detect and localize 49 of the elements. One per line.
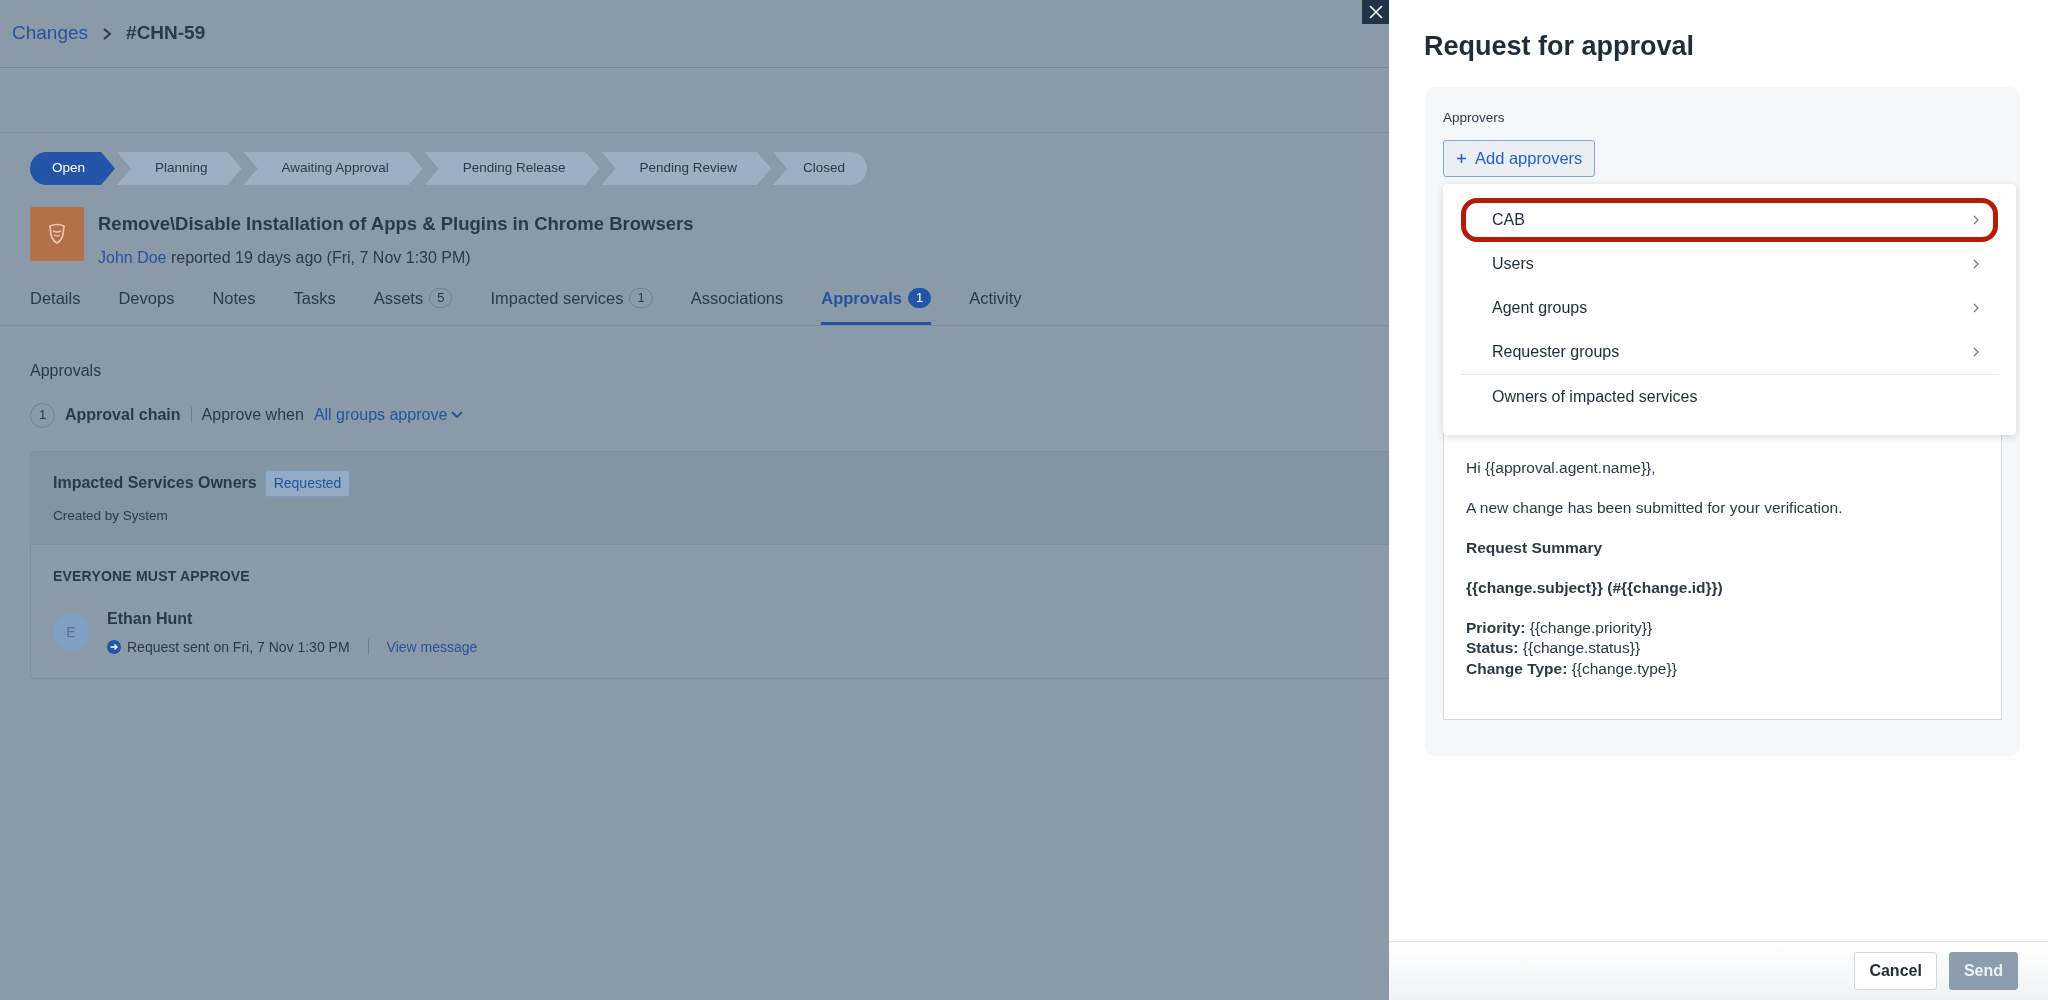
- tab[interactable]: Devops: [118, 277, 175, 325]
- approver-name: Ethan Hunt: [107, 608, 194, 629]
- status-step[interactable]: Pending Review: [601, 152, 772, 185]
- approve-when-label: Approve when: [201, 405, 304, 425]
- tab[interactable]: Impacted services 1: [490, 277, 653, 325]
- tab[interactable]: Activity: [969, 277, 1022, 325]
- close-icon: [1367, 4, 1384, 20]
- tab[interactable]: Details: [30, 277, 81, 325]
- message-field: Change Type: {{change.type}}: [1466, 658, 1979, 679]
- message-text: Hi {{approval.agent.name}},: [1466, 457, 1657, 478]
- message-field: Priority: {{change.priority}}: [1466, 617, 1979, 638]
- request-info: Request sent on Fri, 7 Nov 1:30 PM: [127, 637, 350, 657]
- close-button[interactable]: [1362, 0, 1389, 24]
- message-heading: Request Summary: [1466, 537, 1604, 558]
- panel-title: Request for approval: [1424, 30, 1696, 63]
- group-name: Impacted Services Owners: [53, 473, 257, 493]
- rule-dropdown[interactable]: All groups approve: [313, 403, 464, 427]
- caret-icon: [451, 411, 464, 419]
- tab[interactable]: Tasks: [293, 277, 336, 325]
- view-message-link[interactable]: View message: [386, 636, 478, 658]
- field-label: Approvers: [1443, 108, 1506, 127]
- status-step[interactable]: Pending Release: [424, 152, 600, 185]
- change-title: Remove\Disable Installation of Apps & Plugins in Chrome Browsers: [98, 212, 694, 236]
- message-text: A new change has been submitted for your verification.: [1466, 497, 1844, 518]
- message-field: Status: {{change.status}}: [1466, 638, 1979, 659]
- tab[interactable]: Approvals 1: [821, 277, 932, 325]
- status-step[interactable]: Awaiting Approval: [243, 152, 423, 185]
- ticket-id: #CHN-59: [126, 21, 206, 46]
- status-step[interactable]: Planning: [117, 152, 242, 185]
- breadcrumb-link[interactable]: Changes: [12, 19, 89, 48]
- message-heading: {{change.subject}} (#{{change.id}}): [1466, 577, 1724, 598]
- change-icon: [30, 207, 84, 261]
- tab[interactable]: Notes: [212, 277, 256, 325]
- add-approvers-button[interactable]: Add approvers: [1443, 139, 1596, 177]
- status-step[interactable]: Open: [30, 152, 116, 185]
- report-info: reported 19 days ago (Fri, 7 Nov 1:30 PM): [170, 248, 471, 266]
- cancel-button[interactable]: Cancel: [1854, 952, 1937, 990]
- approval-policy: EVERYONE MUST APPROVE: [53, 566, 251, 586]
- status-step[interactable]: Closed: [773, 152, 868, 185]
- chain-label: Approval chain: [65, 405, 181, 425]
- plus-icon: [1456, 152, 1467, 164]
- menu-item[interactable]: CAB: [1461, 197, 1998, 242]
- tab[interactable]: Associations: [690, 277, 784, 325]
- status-badge: Requested: [264, 469, 351, 497]
- created-by: Created by System: [53, 506, 169, 525]
- tab[interactable]: Assets 5: [373, 277, 453, 325]
- chevron-icon: [102, 26, 113, 41]
- reporter-link[interactable]: John Doe: [98, 248, 167, 266]
- section-heading: Approvals: [30, 360, 103, 381]
